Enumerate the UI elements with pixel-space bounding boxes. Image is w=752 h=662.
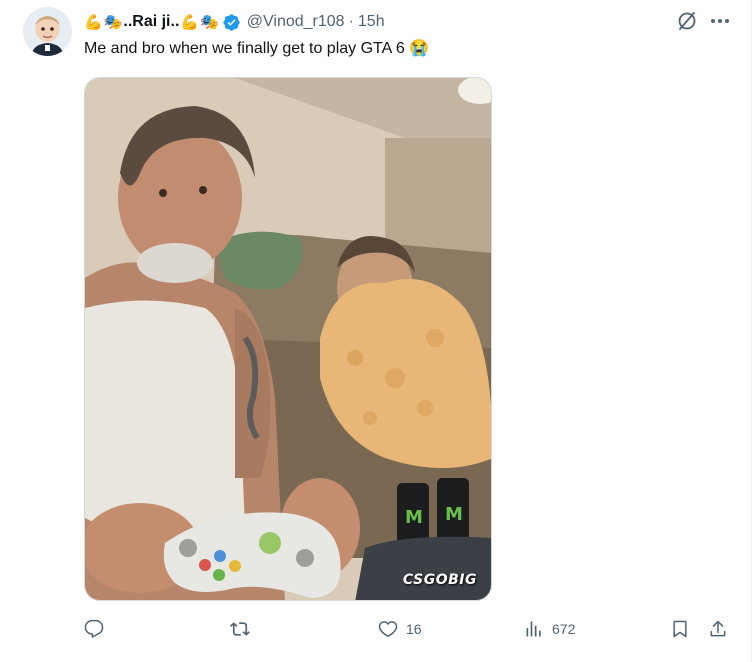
bookmark-icon <box>673 620 687 638</box>
like-icon <box>378 621 398 637</box>
retweet-button[interactable] <box>230 616 258 642</box>
reply-button[interactable] <box>84 616 112 642</box>
share-icon <box>710 620 726 637</box>
timestamp[interactable]: 15h <box>358 13 385 31</box>
grok-icon[interactable] <box>676 10 698 32</box>
svg-text:M: M <box>445 504 463 525</box>
tweet-media-photo[interactable]: M M CSGOBIG <box>84 77 492 601</box>
tweet-actions-bar: 16 672 <box>84 616 736 642</box>
verified-badge-icon[interactable] <box>222 13 241 32</box>
share-button[interactable] <box>708 616 728 642</box>
views-icon <box>526 621 541 637</box>
views-count: 672 <box>552 621 576 637</box>
more-icon[interactable] <box>708 10 732 32</box>
flexed-biceps-emoji: 💪 <box>180 13 200 31</box>
reply-icon <box>84 619 104 638</box>
loudly-crying-emoji: 😭 <box>409 40 430 57</box>
photo-illustration: M M <box>85 78 491 600</box>
views-button[interactable]: 672 <box>524 616 575 642</box>
bookmark-button[interactable] <box>670 616 690 642</box>
display-name-text: ..Rai ji.. <box>123 13 180 30</box>
like-button[interactable]: 16 <box>378 616 422 642</box>
performing-arts-emoji: 🎭 <box>200 13 219 31</box>
tweet-text: Me and bro when we finally get to play G… <box>84 38 429 60</box>
tweet-header: 💪 🎭 ..Rai ji.. 💪 🎭 @Vinod_r108 · 15h <box>84 10 385 34</box>
avatar[interactable] <box>23 7 72 56</box>
retweet-icon <box>230 622 250 636</box>
display-name[interactable]: 💪 🎭 ..Rai ji.. 💪 🎭 <box>84 13 219 31</box>
performing-arts-emoji: 🎭 <box>103 13 123 31</box>
flexed-biceps-emoji: 💪 <box>84 13 103 31</box>
svg-text:M: M <box>405 507 423 528</box>
like-count: 16 <box>406 621 422 637</box>
tweet[interactable]: 💪 🎭 ..Rai ji.. 💪 🎭 @Vinod_r108 · 15h Me … <box>0 0 752 662</box>
media-watermark: CSGOBIG <box>402 572 477 588</box>
separator-dot: · <box>348 13 354 30</box>
user-handle[interactable]: @Vinod_r108 <box>247 13 345 31</box>
tweet-text-body: Me and bro when we finally get to play G… <box>84 40 405 57</box>
